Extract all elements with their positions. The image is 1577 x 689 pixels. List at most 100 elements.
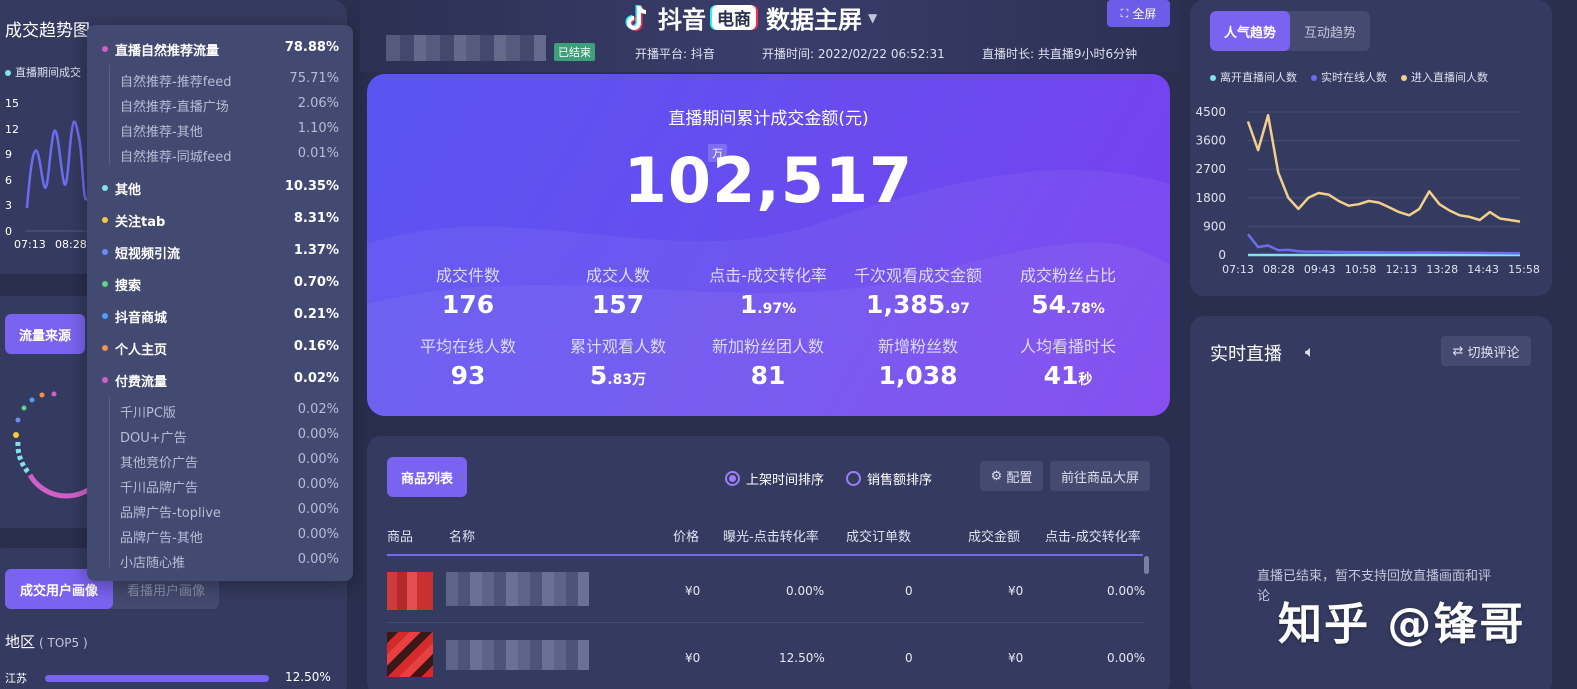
kpi-value: 1.97%: [739, 290, 797, 319]
ctr-cell: 12.50%: [779, 651, 825, 665]
legend-dot-icon: [1401, 75, 1407, 81]
ctr-cell: 0.00%: [786, 584, 825, 598]
trend-legend: 离开直播间人数 实时在线人数 进入直播间人数: [1210, 69, 1488, 85]
y-tick-label: 0: [1218, 248, 1226, 262]
sort-by-time-radio[interactable]: 上架时间排序: [725, 469, 824, 488]
tab-interaction[interactable]: 互动趋势: [1290, 11, 1370, 51]
traffic-source-button[interactable]: 流量来源: [5, 314, 85, 354]
switch-comment-button[interactable]: ⇄ 切换评论: [1441, 336, 1531, 366]
orders-cell: 0: [905, 651, 913, 665]
x-tick-label: 10:58: [1345, 263, 1377, 276]
y-tick-label: 3600: [1195, 134, 1226, 148]
kpi-label: 累计观看人数: [569, 337, 666, 356]
legend-dot-icon: [1311, 75, 1317, 81]
col-header: 成交订单数: [846, 530, 912, 545]
deal-trend-ytick: 6: [5, 173, 12, 187]
legend-item: 离开直播间人数: [1210, 69, 1297, 85]
kpi-value: 157: [591, 290, 645, 319]
legend-dot-icon: [5, 70, 11, 76]
brand-logo: 抖音 电商 数据主屏 ▼: [622, 0, 877, 35]
kpi-label: 成交件数: [435, 266, 500, 285]
sort-by-sales-radio[interactable]: 销售额排序: [846, 469, 932, 488]
kpi-label: 点击-成交转化率: [709, 266, 827, 285]
page-title: 数据主屏: [766, 6, 862, 34]
category-dot-icon: [102, 249, 108, 255]
tab-popularity[interactable]: 人气趋势: [1210, 11, 1291, 51]
region-title: 地区( TOP5 ): [5, 633, 88, 651]
amount-cell: ¥0: [1008, 651, 1024, 665]
category-dot-icon: [102, 377, 108, 383]
x-tick-label: 15:58: [1508, 263, 1540, 276]
kpi-card: 点击-成交转化率 1.97%: [693, 262, 843, 319]
kpi-value: 176: [441, 290, 495, 319]
kpi-value: 1,038: [878, 361, 958, 390]
col-header: 点击-成交转化率: [1045, 530, 1141, 545]
region-name: 江苏: [5, 672, 27, 685]
kpi-card: 成交件数 176: [393, 262, 543, 319]
kpi-card: 新加粉丝团人数 81: [693, 333, 843, 390]
kpi-card: 新增粉丝数 1,038: [843, 333, 993, 390]
legend-item: 进入直播间人数: [1401, 69, 1488, 85]
gmv-title: 直播期间累计成交金额(元): [668, 109, 869, 129]
product-name-blurred: [446, 572, 589, 606]
kpi-card: 千次观看成交金额 1,385.97: [843, 262, 993, 319]
deal-trend-legend: 直播期间成交: [5, 64, 81, 80]
deal-trend-ytick: 3: [5, 199, 12, 212]
y-tick-label: 2700: [1195, 162, 1226, 176]
x-tick-label: 14:43: [1467, 263, 1499, 276]
product-thumbnail: [387, 632, 433, 677]
x-tick-label: 13:28: [1426, 263, 1458, 276]
kpi-value: 81: [750, 361, 786, 390]
y-tick-label: 4500: [1195, 105, 1226, 119]
group-connector: [109, 65, 110, 165]
category-dot-icon: [102, 46, 108, 52]
y-tick-label: 1800: [1195, 191, 1226, 205]
product-list-button[interactable]: 商品列表: [387, 457, 467, 497]
price-cell: ¥0: [685, 651, 701, 665]
deal-trend-ytick: 12: [5, 122, 19, 136]
expand-icon: ⛶: [1120, 6, 1129, 20]
start-time-info: 开播时间: 2022/02/22 06:52:31: [762, 47, 945, 61]
brand-badge: 电商: [712, 5, 756, 30]
radio-unchecked-icon: [846, 471, 861, 486]
fullscreen-button[interactable]: ⛶ 全屏: [1107, 0, 1170, 27]
caret-down-icon[interactable]: ▼: [868, 11, 877, 25]
room-name-blurred: [386, 35, 546, 61]
radio-checked-icon: [725, 471, 740, 486]
platform-info: 开播平台: 抖音: [635, 47, 715, 61]
brand-primary: 抖音: [658, 6, 706, 34]
region-value: 12.50%: [285, 670, 331, 684]
deal-trend-xtick: 07:13: [14, 238, 46, 251]
status-badge: 已结束: [554, 43, 595, 61]
deal-trend-chart: [25, 120, 90, 232]
kpi-card: 人均看播时长 41秒: [993, 333, 1143, 390]
x-tick-label: 09:43: [1304, 263, 1336, 276]
douyin-icon: [625, 4, 647, 31]
x-tick-label: 07:13: [1222, 263, 1254, 276]
cvr-cell: 0.00%: [1107, 651, 1146, 665]
kpi-label: 人均看播时长: [1019, 337, 1116, 356]
col-header: 价格: [673, 530, 700, 545]
deal-trend-xtick: 08:28: [55, 238, 87, 251]
config-button[interactable]: ⚙ 配置: [980, 461, 1043, 491]
kpi-label: 新加粉丝团人数: [711, 337, 824, 356]
product-thumbnail: [387, 572, 433, 610]
legend-dot-icon: [1210, 75, 1216, 81]
cvr-cell: 0.00%: [1107, 584, 1146, 598]
price-cell: ¥0: [685, 584, 701, 598]
goto-product-screen-button[interactable]: 前往商品大屏: [1050, 461, 1150, 491]
traffic-ring-chart: [13, 391, 90, 499]
mute-icon[interactable]: 🔈︎: [1305, 342, 1315, 362]
swap-icon: ⇄: [1452, 343, 1464, 359]
kpi-label: 千次观看成交金额: [853, 266, 982, 285]
deal-trend-ytick: 0: [5, 224, 12, 238]
y-tick-label: 900: [1203, 219, 1226, 233]
kpi-value: 41秒: [1043, 361, 1093, 390]
group-connector: [109, 397, 110, 567]
popularity-line-chart: 0 900 1800 2700 3600 4500 07:13 08:28 09:43 10:58…: [1195, 105, 1540, 276]
x-tick-label: 08:28: [1263, 263, 1295, 276]
table-scrollbar[interactable]: [1144, 556, 1149, 574]
kpi-card: 成交粉丝占比 54.78%: [993, 262, 1143, 319]
kpi-value: 54.78%: [1031, 290, 1105, 319]
orders-cell: 0: [905, 584, 913, 598]
